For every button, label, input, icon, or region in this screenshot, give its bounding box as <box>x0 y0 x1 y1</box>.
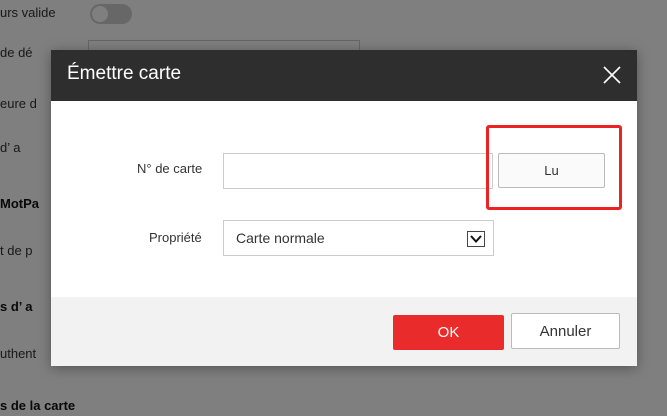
dialog-body: N° de carte Lu Propriété Carte normale <box>51 101 637 296</box>
card-number-label: N° de carte <box>137 161 203 176</box>
close-icon[interactable] <box>601 64 623 86</box>
property-select-value: Carte normale <box>236 230 325 246</box>
property-select[interactable]: Carte normale <box>223 220 494 256</box>
issue-card-dialog: Émettre carte N° de carte Lu Propriété C… <box>51 50 637 366</box>
property-label: Propriété <box>149 230 202 245</box>
card-number-input[interactable] <box>223 153 493 189</box>
cancel-button[interactable]: Annuler <box>511 313 620 349</box>
chevron-down-icon[interactable] <box>467 231 485 247</box>
dialog-header: Émettre carte <box>51 50 637 101</box>
ok-button[interactable]: OK <box>393 315 504 350</box>
read-card-button[interactable]: Lu <box>498 153 605 188</box>
dialog-title: Émettre carte <box>67 63 182 84</box>
dialog-footer: OK Annuler <box>51 297 637 366</box>
